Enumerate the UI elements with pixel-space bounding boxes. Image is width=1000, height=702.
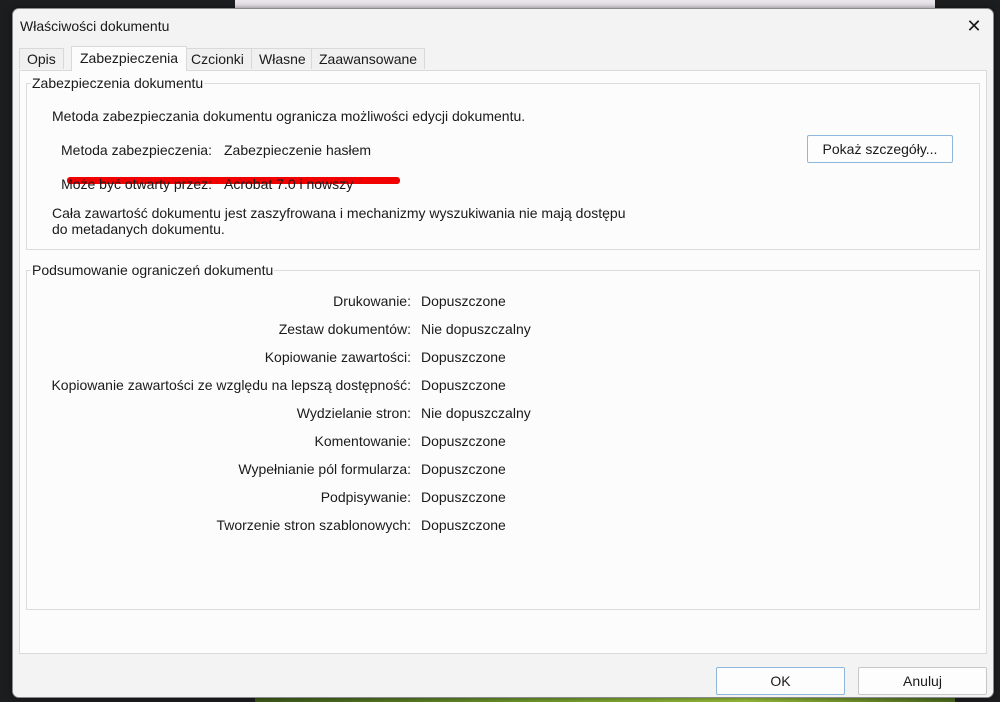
- restriction-value: Dopuszczone: [421, 377, 506, 393]
- tab-zabezpieczenia[interactable]: Zabezpieczenia: [71, 46, 188, 71]
- show-details-button[interactable]: Pokaż szczegóły...: [807, 135, 953, 163]
- restriction-row: Tworzenie stron szablonowych: Dopuszczon…: [27, 517, 967, 533]
- cancel-button[interactable]: Anuluj: [858, 667, 987, 695]
- restriction-value: Dopuszczone: [421, 489, 506, 505]
- security-description: Metoda zabezpieczania dokumentu ogranicz…: [52, 108, 526, 124]
- ok-button[interactable]: OK: [716, 667, 845, 695]
- restriction-row: Kopiowanie zawartości: Dopuszczone: [27, 349, 967, 365]
- window-title: Właściwości dokumentu: [20, 18, 170, 34]
- tab-zaawansowane[interactable]: Zaawansowane: [311, 48, 426, 69]
- method-value: Zabezpieczenie hasłem: [224, 142, 372, 158]
- open-by-label: Może być otwarty przez:: [61, 176, 212, 192]
- tab-opis[interactable]: Opis: [19, 48, 64, 69]
- restriction-row: Wypełnianie pól formularza: Dopuszczone: [27, 461, 967, 477]
- restriction-value: Dopuszczone: [421, 349, 506, 365]
- restriction-label: Zestaw dokumentów:: [278, 321, 411, 337]
- restriction-row: Podpisywanie: Dopuszczone: [27, 489, 967, 505]
- restriction-label: Kopiowanie zawartości:: [264, 349, 411, 365]
- document-properties-dialog: Właściwości dokumentu ✕ Opis Zabezpiecze…: [12, 8, 994, 698]
- restriction-row: Wydzielanie stron: Nie dopuszczalny: [27, 405, 967, 421]
- group-title: Podsumowanie ograniczeń dokumentu: [31, 262, 275, 278]
- restriction-label: Drukowanie:: [333, 293, 411, 309]
- restriction-row: Zestaw dokumentów: Nie dopuszczalny: [27, 321, 967, 337]
- security-tab-page: Zabezpieczenia dokumentu Metoda zabezpie…: [19, 70, 987, 654]
- restriction-value: Dopuszczone: [421, 517, 506, 533]
- encryption-note-line1: Cała zawartość dokumentu jest zaszyfrowa…: [52, 205, 626, 221]
- title-bar: Właściwości dokumentu ✕: [13, 9, 993, 43]
- group-title: Zabezpieczenia dokumentu: [31, 75, 205, 91]
- restriction-row: Komentowanie: Dopuszczone: [27, 433, 967, 449]
- restriction-value: Dopuszczone: [421, 433, 506, 449]
- open-by-value: Acrobat 7.0 i nowszy: [224, 176, 354, 192]
- restrictions-summary-group: Podsumowanie ograniczeń dokumentu Drukow…: [26, 263, 980, 610]
- restriction-label: Komentowanie:: [314, 433, 411, 449]
- encryption-note-line2: do metadanych dokumentu.: [52, 221, 225, 237]
- restriction-value: Dopuszczone: [421, 461, 506, 477]
- dialog-footer: OK Anuluj: [13, 655, 993, 697]
- method-label: Metoda zabezpieczenia:: [61, 142, 212, 158]
- tab-czcionki[interactable]: Czcionki: [183, 48, 252, 69]
- restriction-row: Kopiowanie zawartości ze względu na leps…: [27, 377, 967, 393]
- restriction-label: Tworzenie stron szablonowych:: [216, 517, 411, 533]
- restriction-row: Drukowanie: Dopuszczone: [27, 293, 967, 309]
- tab-wlasne[interactable]: Własne: [251, 48, 314, 69]
- restriction-value: Dopuszczone: [421, 293, 506, 309]
- restriction-label: Wydzielanie stron:: [296, 405, 411, 421]
- close-icon[interactable]: ✕: [959, 13, 989, 39]
- document-security-group: Zabezpieczenia dokumentu Metoda zabezpie…: [26, 76, 980, 250]
- restriction-value: Nie dopuszczalny: [421, 405, 531, 421]
- restriction-value: Nie dopuszczalny: [421, 321, 531, 337]
- restriction-label: Podpisywanie:: [320, 489, 411, 505]
- restriction-label: Kopiowanie zawartości ze względu na leps…: [51, 377, 411, 393]
- restriction-label: Wypełnianie pól formularza:: [238, 461, 411, 477]
